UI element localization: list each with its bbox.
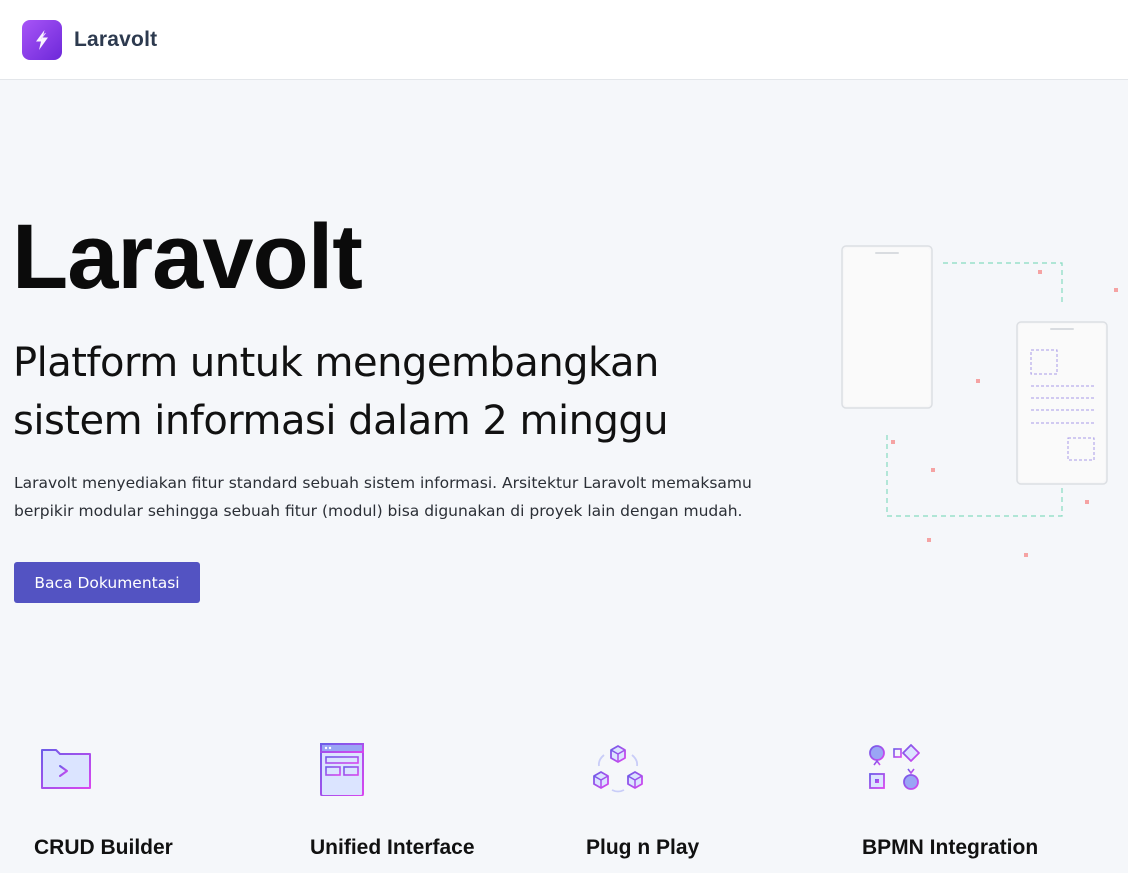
phone-mockup-left xyxy=(841,245,933,409)
hero-subtitle: Platform untuk mengembangkan sistem info… xyxy=(13,334,773,450)
feature-title: BPMN Integration xyxy=(862,836,1039,859)
feature-unified-interface: Unified Interface xyxy=(310,740,570,859)
workflow-icon xyxy=(869,744,920,790)
hero-description-line-2: berpikir modular sehingga sebuah fitur (… xyxy=(14,502,743,520)
hero-description: Laravolt menyediakan fitur standard sebu… xyxy=(14,469,784,525)
folder-terminal-icon xyxy=(40,749,91,793)
hero-subtitle-line-2: sistem informasi dalam 2 minggu xyxy=(13,398,669,444)
feature-title: Unified Interface xyxy=(310,836,475,859)
brand-name: Laravolt xyxy=(74,28,158,51)
devices-illustration xyxy=(835,240,1128,570)
lightning-bolt-icon xyxy=(22,20,62,60)
feature-title: CRUD Builder xyxy=(34,836,173,859)
read-docs-button[interactable]: Baca Dokumentasi xyxy=(14,562,200,603)
hero-description-line-1: Laravolt menyediakan fitur standard sebu… xyxy=(14,474,752,492)
feature-plug-n-play: Plug n Play xyxy=(586,740,846,859)
navbar: Laravolt xyxy=(0,0,1128,80)
layout-window-icon xyxy=(320,743,364,797)
hero-title: Laravolt xyxy=(12,206,363,308)
cubes-icon xyxy=(593,745,643,793)
feature-bpmn-integration: BPMN Integration xyxy=(862,740,1122,859)
hero-subtitle-line-1: Platform untuk mengembangkan xyxy=(13,340,659,386)
phone-mockup-right xyxy=(1016,321,1108,485)
feature-crud-builder: CRUD Builder xyxy=(34,740,294,859)
feature-title: Plug n Play xyxy=(586,836,700,859)
brand-link[interactable]: Laravolt xyxy=(22,20,157,60)
